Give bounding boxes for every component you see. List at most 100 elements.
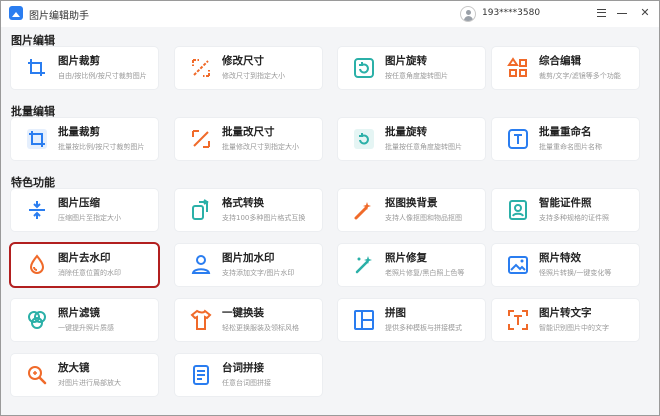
tool-card-description: 任意台词图拼接 bbox=[222, 379, 271, 387]
tool-card-description: 批量修改尺寸到指定大小 bbox=[222, 143, 299, 151]
tool-card-title: 图片转文字 bbox=[539, 307, 592, 319]
tool-card-title: 批量重命名 bbox=[539, 126, 592, 138]
tool-card-collage[interactable]: 拼图提供多种模板与拼接模式 bbox=[338, 299, 485, 341]
tool-card-description: 自由/按比例/按尺寸裁剪图片 bbox=[58, 72, 147, 80]
tool-card-description: 提供多种模板与拼接模式 bbox=[385, 324, 462, 332]
add-watermark-icon bbox=[189, 253, 213, 277]
tool-card-description: 消除任意位置的水印 bbox=[58, 269, 121, 277]
tool-card-title: 智能证件照 bbox=[539, 197, 592, 209]
tool-card-effects[interactable]: 照片特效怪照片转换/一键变化等 bbox=[492, 244, 639, 286]
tool-card-description: 支持人像抠图和物品抠图 bbox=[385, 214, 462, 222]
close-icon[interactable]: ✕ bbox=[637, 5, 653, 21]
tool-card-title: 批量改尺寸 bbox=[222, 126, 275, 138]
tool-card-title: 抠图换背景 bbox=[385, 197, 438, 209]
remove-watermark-icon bbox=[25, 253, 49, 277]
tool-card-magnifier[interactable]: 放大镜对图片进行局部放大 bbox=[11, 354, 158, 396]
tool-card-title: 批量裁剪 bbox=[58, 126, 100, 138]
tool-card-rename[interactable]: 批量重命名批量重命名图片名称 bbox=[492, 118, 639, 160]
tool-card-compress[interactable]: 图片压缩压缩图片至指定大小 bbox=[11, 189, 158, 231]
tool-card-description: 批量按比例/按尺寸裁剪图片 bbox=[58, 143, 145, 151]
tool-card-description: 批量重命名图片名称 bbox=[539, 143, 602, 151]
tool-card-restore[interactable]: 照片修复老照片修复/黑白照上色等 bbox=[338, 244, 485, 286]
rename-icon bbox=[506, 127, 530, 151]
tool-card-title: 拼图 bbox=[385, 307, 406, 319]
tool-card-subtitle-stitch[interactable]: 台词拼接任意台词图拼接 bbox=[175, 354, 322, 396]
tool-card-grid[interactable]: 综合编辑裁剪/文字/滤镜等多个功能 bbox=[492, 47, 639, 89]
batch-crop-icon bbox=[25, 127, 49, 151]
tool-card-id-photo[interactable]: 智能证件照支持多种规格的证件照 bbox=[492, 189, 639, 231]
tool-card-description: 支持多种规格的证件照 bbox=[539, 214, 609, 222]
tool-card-title: 图片裁剪 bbox=[58, 55, 100, 67]
app-logo-icon bbox=[9, 6, 23, 20]
filter-icon bbox=[25, 308, 49, 332]
tool-card-resize[interactable]: 修改尺寸修改尺寸到指定大小 bbox=[175, 47, 322, 89]
effects-icon bbox=[506, 253, 530, 277]
section-title-image-edit: 图片编辑 bbox=[11, 34, 55, 47]
tool-card-title: 台词拼接 bbox=[222, 362, 264, 374]
outfit-icon bbox=[189, 308, 213, 332]
tool-card-filter[interactable]: 照片滤镜一键提升照片质感 bbox=[11, 299, 158, 341]
tool-card-description: 修改尺寸到指定大小 bbox=[222, 72, 285, 80]
grid-icon bbox=[506, 56, 530, 80]
tool-card-title: 修改尺寸 bbox=[222, 55, 264, 67]
cutout-icon bbox=[352, 198, 376, 222]
tool-card-description: 轻松更换服装及领标风格 bbox=[222, 324, 299, 332]
section-title-batch-edit: 批量编辑 bbox=[11, 105, 55, 118]
tool-card-remove-watermark[interactable]: 图片去水印消除任意位置的水印 bbox=[9, 242, 160, 288]
tool-card-title: 图片旋转 bbox=[385, 55, 427, 67]
tool-card-description: 智能识别图片中的文字 bbox=[539, 324, 609, 332]
tool-card-cutout[interactable]: 抠图换背景支持人像抠图和物品抠图 bbox=[338, 189, 485, 231]
tool-card-title: 放大镜 bbox=[58, 362, 90, 374]
app-window: 图片编辑助手 193****3580 ✕ 图片编辑 批量编辑 特色功能 图片裁剪… bbox=[0, 0, 660, 416]
batch-resize-icon bbox=[189, 127, 213, 151]
tool-card-title: 图片去水印 bbox=[58, 252, 111, 264]
tool-card-title: 综合编辑 bbox=[539, 55, 581, 67]
tool-card-description: 裁剪/文字/滤镜等多个功能 bbox=[539, 72, 621, 80]
tool-card-batch-resize[interactable]: 批量改尺寸批量修改尺寸到指定大小 bbox=[175, 118, 322, 160]
subtitle-stitch-icon bbox=[189, 363, 213, 387]
tool-card-description: 支持添加文字/图片水印 bbox=[222, 269, 295, 277]
tool-card-description: 按任意角度旋转图片 bbox=[385, 72, 448, 80]
collage-icon bbox=[352, 308, 376, 332]
section-title-features: 特色功能 bbox=[11, 176, 55, 189]
tool-card-description: 支持100多种图片格式互换 bbox=[222, 214, 306, 222]
tool-card-title: 一键换装 bbox=[222, 307, 264, 319]
tool-card-description: 老照片修复/黑白照上色等 bbox=[385, 269, 465, 277]
tool-card-title: 照片滤镜 bbox=[58, 307, 100, 319]
menu-icon[interactable] bbox=[593, 5, 609, 21]
tool-card-crop[interactable]: 图片裁剪自由/按比例/按尺寸裁剪图片 bbox=[11, 47, 158, 89]
compress-icon bbox=[25, 198, 49, 222]
tool-card-add-watermark[interactable]: 图片加水印支持添加文字/图片水印 bbox=[175, 244, 322, 286]
tool-card-batch-crop[interactable]: 批量裁剪批量按比例/按尺寸裁剪图片 bbox=[11, 118, 158, 160]
tool-card-title: 照片修复 bbox=[385, 252, 427, 264]
tool-card-outfit[interactable]: 一键换装轻松更换服装及领标风格 bbox=[175, 299, 322, 341]
tool-card-batch-rotate[interactable]: 批量旋转批量按任意角度旋转图片 bbox=[338, 118, 485, 160]
tool-card-convert[interactable]: 格式转换支持100多种图片格式互换 bbox=[175, 189, 322, 231]
ocr-icon bbox=[506, 308, 530, 332]
tool-card-title: 图片压缩 bbox=[58, 197, 100, 209]
tool-card-description: 对图片进行局部放大 bbox=[58, 379, 121, 387]
convert-icon bbox=[189, 198, 213, 222]
id-photo-icon bbox=[506, 198, 530, 222]
tool-card-title: 照片特效 bbox=[539, 252, 581, 264]
tool-card-title: 格式转换 bbox=[222, 197, 264, 209]
restore-icon bbox=[352, 253, 376, 277]
tool-card-description: 压缩图片至指定大小 bbox=[58, 214, 121, 222]
batch-rotate-icon bbox=[352, 127, 376, 151]
crop-icon bbox=[25, 56, 49, 80]
resize-icon bbox=[189, 56, 213, 80]
tool-card-description: 怪照片转换/一键变化等 bbox=[539, 269, 612, 277]
rotate-icon bbox=[352, 56, 376, 80]
tool-card-title: 批量旋转 bbox=[385, 126, 427, 138]
tool-card-rotate[interactable]: 图片旋转按任意角度旋转图片 bbox=[338, 47, 485, 89]
app-title: 图片编辑助手 bbox=[29, 11, 89, 22]
magnifier-icon bbox=[25, 363, 49, 387]
user-phone[interactable]: 193****3580 bbox=[482, 8, 540, 18]
title-bar: 图片编辑助手 193****3580 ✕ bbox=[1, 1, 659, 27]
tool-card-description: 一键提升照片质感 bbox=[58, 324, 114, 332]
user-avatar-icon[interactable] bbox=[460, 6, 476, 22]
tool-card-ocr[interactable]: 图片转文字智能识别图片中的文字 bbox=[492, 299, 639, 341]
tool-card-description: 批量按任意角度旋转图片 bbox=[385, 143, 462, 151]
tool-card-title: 图片加水印 bbox=[222, 252, 275, 264]
minimize-icon[interactable] bbox=[614, 5, 630, 21]
